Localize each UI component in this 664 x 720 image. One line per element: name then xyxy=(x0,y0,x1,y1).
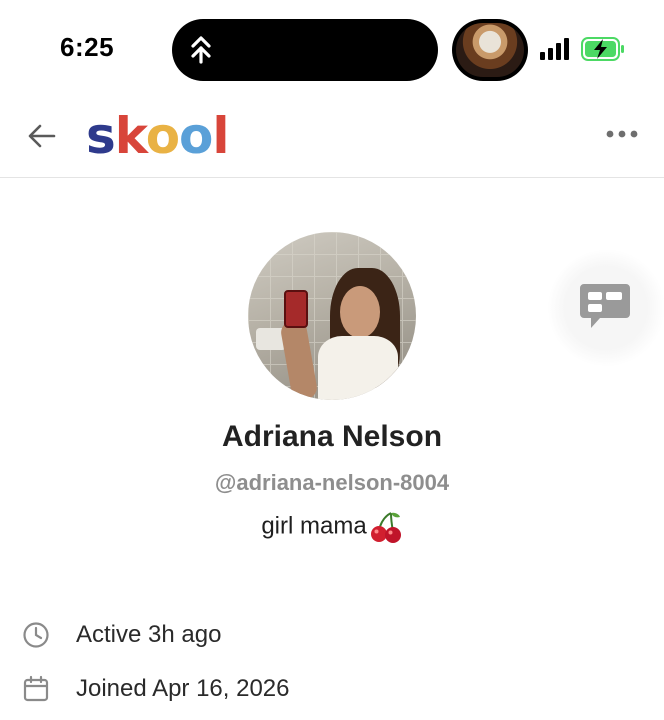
logo-letter: k xyxy=(114,107,147,165)
cellular-signal-icon xyxy=(540,38,569,60)
active-status-text: Active 3h ago xyxy=(76,621,222,648)
profile-handle: @adriana-nelson-8004 xyxy=(214,470,450,495)
status-time: 6:25 xyxy=(60,32,115,62)
cherries-emoji-icon xyxy=(370,512,401,543)
avatar-detail xyxy=(340,286,380,338)
app-header: skool xyxy=(0,100,664,178)
active-status-row: Active 3h ago xyxy=(22,618,221,652)
chat-button[interactable] xyxy=(548,250,664,366)
activity-arrow-icon xyxy=(191,36,211,64)
joined-date-text: Joined Apr 16, 2026 xyxy=(76,675,290,702)
bio-text: girl mama xyxy=(261,512,367,540)
joined-date-row: Joined Apr 16, 2026 xyxy=(22,672,290,706)
thumbnail-image xyxy=(456,23,524,77)
battery-charging-icon xyxy=(581,37,624,61)
live-activity-thumbnail[interactable] xyxy=(452,19,528,81)
avatar-detail xyxy=(318,336,398,400)
profile-name: Adriana Nelson xyxy=(221,420,443,453)
chat-bubble-icon xyxy=(580,284,630,328)
clock-icon xyxy=(23,622,49,648)
logo-letter: o xyxy=(145,107,180,165)
status-bar: 6:25 xyxy=(0,0,664,100)
profile-bio: girl mama xyxy=(0,510,664,544)
arrow-left-icon[interactable] xyxy=(24,118,60,154)
skool-logo[interactable]: skool xyxy=(86,106,230,166)
more-horizontal-icon[interactable] xyxy=(604,122,640,146)
logo-letter: l xyxy=(212,107,229,165)
avatar-detail xyxy=(284,290,308,328)
logo-letter: s xyxy=(86,107,116,165)
profile-avatar[interactable] xyxy=(248,232,416,400)
logo-letter: o xyxy=(179,107,213,165)
calendar-icon xyxy=(23,675,49,702)
